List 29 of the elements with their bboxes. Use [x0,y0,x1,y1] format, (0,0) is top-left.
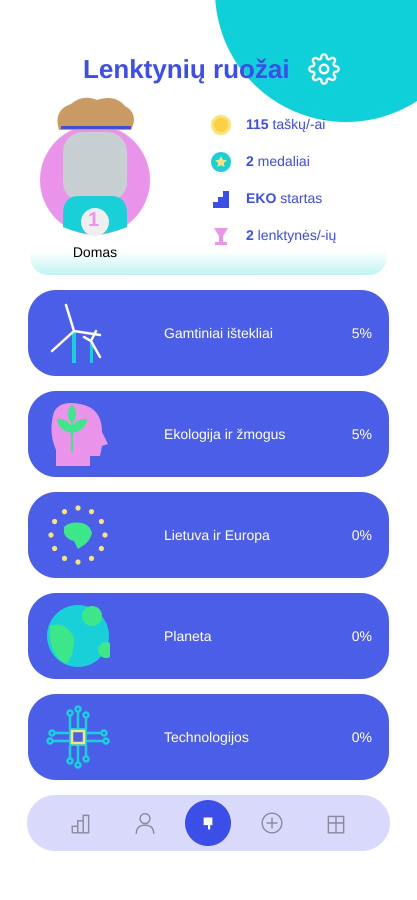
progress-percent: 0% [352,626,372,646]
category-card[interactable]: Ekologija ir žmogus 5% [28,391,389,477]
category-card[interactable]: Gamtiniai ištekliai 5% [28,290,389,376]
progress-percent: 5% [352,324,372,342]
circuit-chip-icon [46,705,110,769]
category-card[interactable]: Technologijos 0% [28,694,389,780]
stat-text: 2 medaliai [246,152,310,171]
progress-percent: 0% [352,526,372,544]
category-label: Lietuva ir Europa [164,526,271,545]
category-card[interactable]: Planeta 0% [28,593,389,679]
category-label: Ekologija ir žmogus [164,424,286,444]
user-name: Domas [72,243,118,262]
jersey-number: 1 [88,210,100,230]
progress-percent: 5% [352,424,372,444]
category-card[interactable]: Lietuva ir Europa 0% [28,492,389,578]
category-label: Technologijos [164,728,250,747]
progress-percent: 0% [352,728,372,746]
map-stars-icon [46,503,110,567]
category-label: Planeta [164,626,212,646]
stat-text: 2 lenktynės/-ių [246,226,336,245]
stat-text: EKO startas [246,189,322,208]
globe-icon [46,604,110,668]
nav-tab[interactable] [185,800,232,846]
stat-text: 115 taškų/-ai [246,115,326,134]
category-label: Gamtiniai ištekliai [164,324,274,342]
add-icon [260,811,284,835]
settings-icon[interactable] [308,53,340,85]
coin-icon [210,114,232,136]
person-icon [132,811,157,835]
